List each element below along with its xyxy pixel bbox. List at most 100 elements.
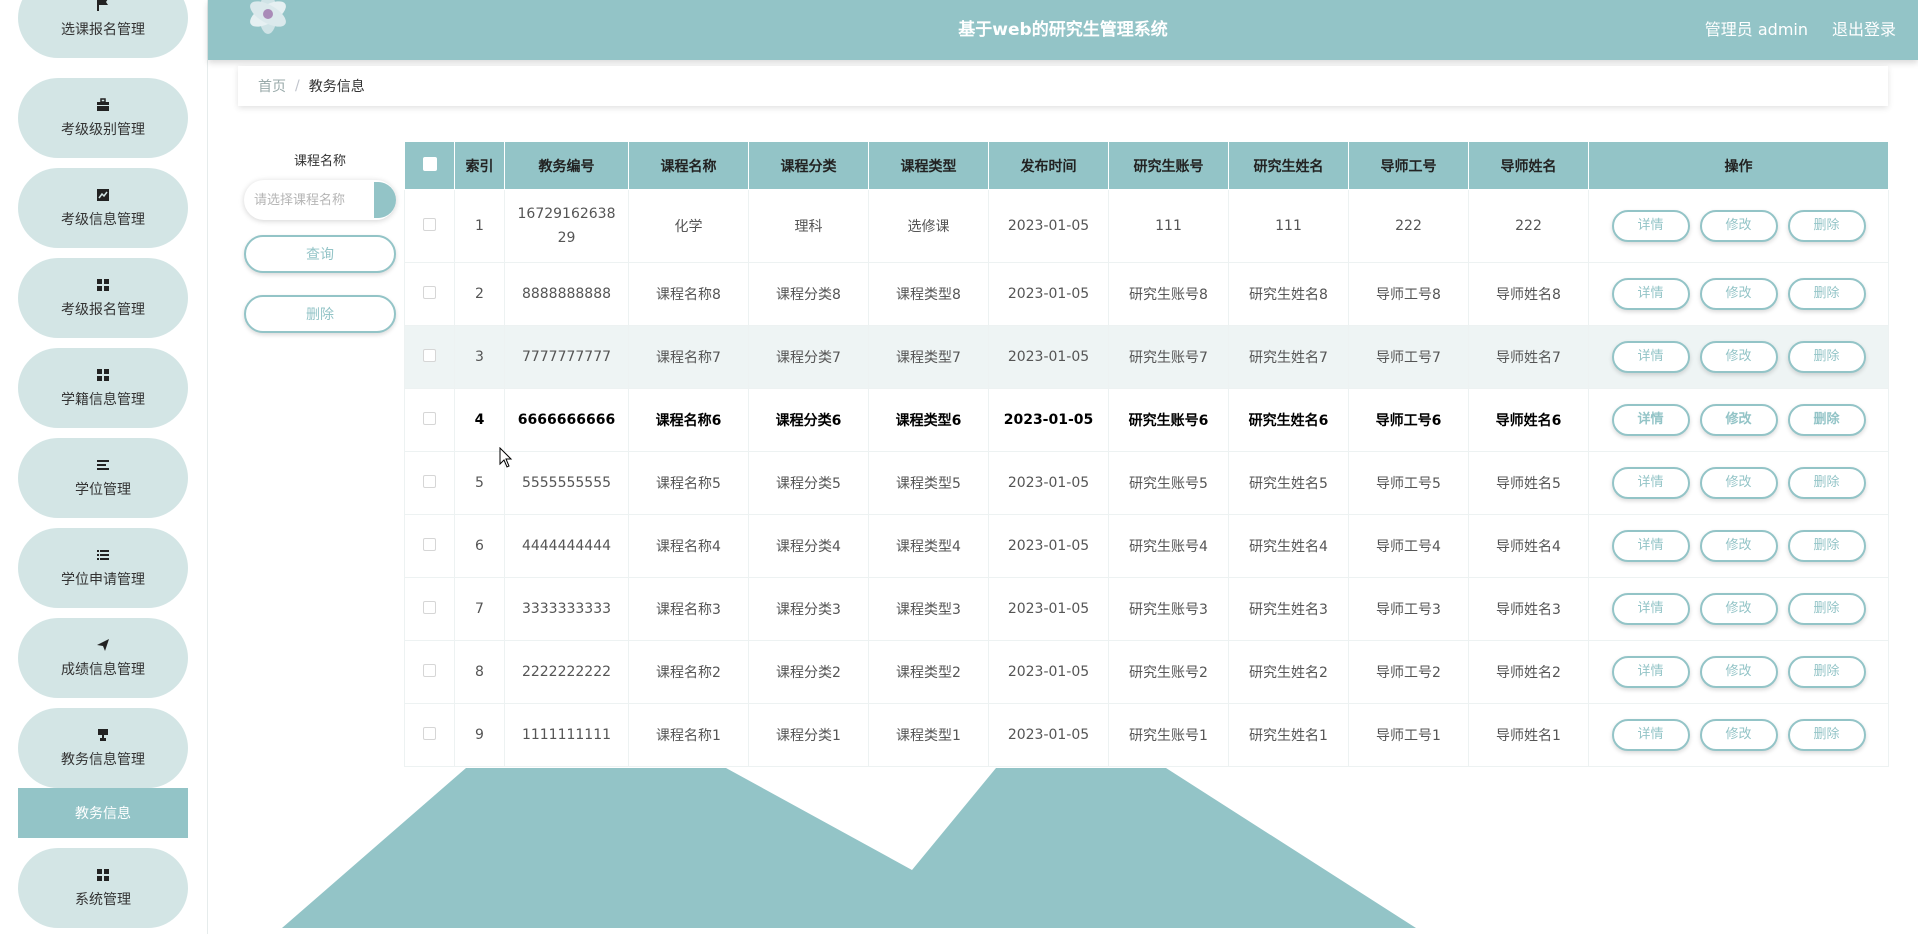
table-cell: 研究生姓名1	[1228, 703, 1349, 767]
logout-link[interactable]: 退出登录	[1832, 0, 1896, 60]
row-checkbox[interactable]	[423, 537, 436, 551]
detail-button[interactable]: 详情	[1611, 467, 1690, 499]
table-cell: 导师工号4	[1348, 514, 1469, 578]
sidebar-item-course-enrollment[interactable]: 选课报名管理	[18, 0, 188, 58]
sidebar-item-label: 考级信息管理	[61, 212, 145, 228]
grid-icon	[95, 867, 111, 883]
actions-cell: 详情 修改 删除	[1588, 577, 1889, 641]
sidebar-item-degree[interactable]: 学位管理	[18, 438, 188, 518]
edit-button[interactable]: 修改	[1699, 404, 1778, 436]
batch-delete-button[interactable]: 删除	[244, 295, 396, 333]
detail-button[interactable]: 详情	[1611, 656, 1690, 688]
sidebar-item-label: 考级级别管理	[61, 122, 145, 138]
delete-button[interactable]: 删除	[1787, 404, 1866, 436]
select-all-cell	[404, 141, 455, 190]
detail-button[interactable]: 详情	[1611, 278, 1690, 310]
delete-button[interactable]: 删除	[1787, 467, 1866, 499]
table-row: 1 1672916263829 化学 理科 选修课 2023-01-05 111 111 222…	[404, 189, 1889, 263]
edit-button[interactable]: 修改	[1699, 719, 1778, 751]
column-header: 课程分类	[748, 141, 869, 190]
row-checkbox[interactable]	[423, 348, 436, 362]
course-name-label: 课程名称	[293, 154, 346, 169]
table-cell: 2023-01-05	[988, 514, 1109, 578]
row-select-cell	[404, 577, 455, 641]
delete-button[interactable]: 删除	[1787, 719, 1866, 751]
table-cell: 课程名称2	[628, 640, 749, 704]
edit-button[interactable]: 修改	[1699, 530, 1778, 562]
table-cell: 1672916263829	[504, 189, 629, 263]
delete-button[interactable]: 删除	[1787, 593, 1866, 625]
edit-button[interactable]: 修改	[1699, 278, 1778, 310]
table-row: 8 2222222222 课程名称2 课程分类2 课程类型2 2023-01-05 研究生账…	[404, 640, 1889, 704]
list-icon	[95, 457, 111, 473]
stamp-icon	[95, 727, 111, 743]
sidebar-item-exam-registration[interactable]: 考级报名管理	[18, 258, 188, 338]
query-button[interactable]: 查询	[244, 235, 396, 273]
detail-button[interactable]: 详情	[1611, 530, 1690, 562]
sidebar-item-academic-affairs[interactable]: 教务信息管理	[18, 708, 188, 788]
detail-button[interactable]: 详情	[1611, 593, 1690, 625]
table-cell: 导师工号7	[1348, 325, 1469, 389]
edit-button[interactable]: 修改	[1699, 656, 1778, 688]
table-cell: 研究生账号5	[1108, 451, 1229, 515]
sidebar-item-student-status[interactable]: 学籍信息管理	[18, 348, 188, 428]
row-checkbox[interactable]	[423, 411, 436, 425]
table-cell: 导师姓名4	[1468, 514, 1589, 578]
delete-button[interactable]: 删除	[1787, 278, 1866, 310]
sidebar-item-label: 系统管理	[75, 892, 131, 908]
sidebar-item-grades[interactable]: 成绩信息管理	[18, 618, 188, 698]
table-cell: 3	[454, 325, 505, 389]
sidebar-item-degree-application[interactable]: 学位申请管理	[18, 528, 188, 608]
delete-button[interactable]: 删除	[1787, 210, 1866, 242]
table-cell: 导师姓名7	[1468, 325, 1589, 389]
edit-button[interactable]: 修改	[1699, 210, 1778, 242]
row-checkbox[interactable]	[423, 663, 436, 677]
grid-icon	[95, 277, 111, 293]
detail-button[interactable]: 详情	[1611, 341, 1690, 373]
table-cell: 导师工号3	[1348, 577, 1469, 641]
send-icon	[95, 637, 111, 653]
edit-button[interactable]: 修改	[1699, 341, 1778, 373]
detail-button[interactable]: 详情	[1611, 404, 1690, 436]
row-checkbox[interactable]	[423, 217, 436, 231]
list-icon	[95, 547, 111, 563]
breadcrumb-home[interactable]: 首页	[258, 76, 286, 96]
column-header: 索引	[454, 141, 505, 190]
sidebar-item-exam-info[interactable]: 考级信息管理	[18, 168, 188, 248]
row-checkbox[interactable]	[423, 600, 436, 614]
delete-button[interactable]: 删除	[1787, 341, 1866, 373]
chevron-down-icon[interactable]	[374, 182, 396, 218]
row-checkbox[interactable]	[423, 726, 436, 740]
detail-button[interactable]: 详情	[1611, 210, 1690, 242]
column-header: 课程名称	[628, 141, 749, 190]
sidebar-item-system[interactable]: 系统管理	[18, 848, 188, 928]
table-cell: 6	[454, 514, 505, 578]
edit-button[interactable]: 修改	[1699, 467, 1778, 499]
delete-button[interactable]: 删除	[1787, 530, 1866, 562]
table-cell: 研究生姓名4	[1228, 514, 1349, 578]
table-cell: 课程类型5	[868, 451, 989, 515]
sidebar-subitem-academic-info[interactable]: 教务信息	[18, 788, 188, 838]
table-cell: 导师工号8	[1348, 262, 1469, 326]
select-all-checkbox[interactable]	[422, 156, 437, 171]
delete-button[interactable]: 删除	[1787, 656, 1866, 688]
top-header: 基于web的研究生管理系统 管理员 admin 退出登录	[208, 0, 1918, 60]
row-checkbox[interactable]	[423, 285, 436, 299]
table-row: 6 4444444444 课程名称4 课程分类4 课程类型4 2023-01-05 研究生账…	[404, 514, 1889, 578]
table-cell: 3333333333	[504, 577, 629, 641]
row-checkbox[interactable]	[423, 474, 436, 488]
column-header: 导师姓名	[1468, 141, 1589, 190]
breadcrumb-current: 教务信息	[308, 79, 365, 95]
table-cell: 课程名称3	[628, 577, 749, 641]
table-cell: 研究生姓名2	[1228, 640, 1349, 704]
detail-button[interactable]: 详情	[1611, 719, 1690, 751]
row-select-cell	[404, 388, 455, 452]
sidebar-item-exam-level[interactable]: 考级级别管理	[18, 78, 188, 158]
row-select-cell	[404, 325, 455, 389]
table-cell: 选修课	[868, 189, 989, 263]
table-cell: 2	[454, 262, 505, 326]
table-cell: 5	[454, 451, 505, 515]
edit-button[interactable]: 修改	[1699, 593, 1778, 625]
row-select-cell	[404, 451, 455, 515]
breadcrumb: 首页 / 教务信息	[238, 66, 1888, 106]
